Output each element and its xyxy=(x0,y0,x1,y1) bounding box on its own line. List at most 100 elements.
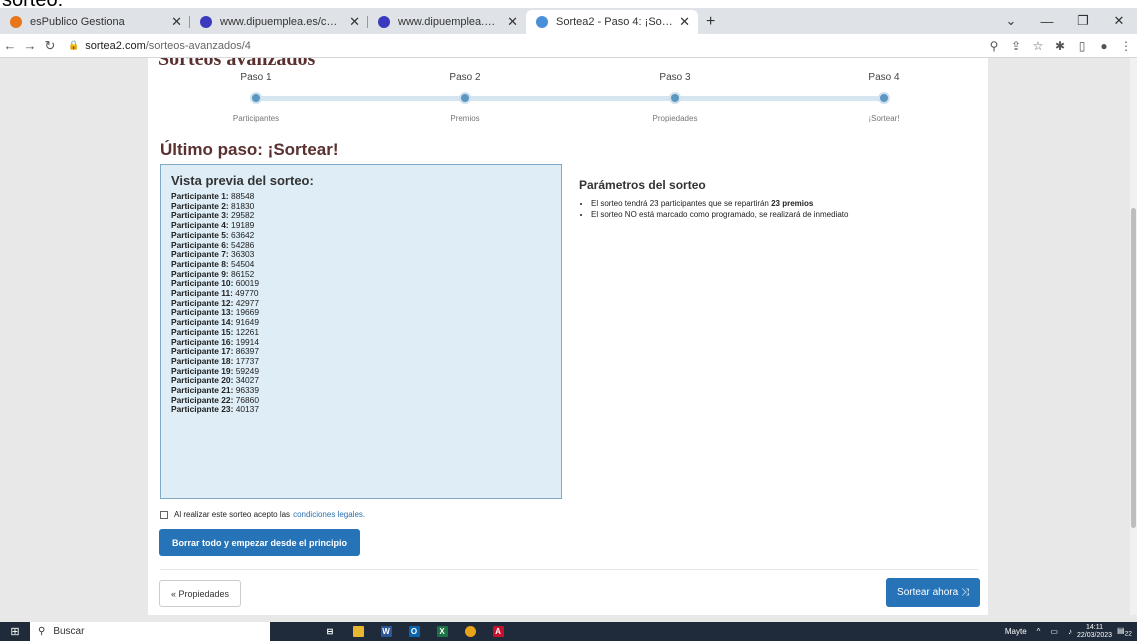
notification-count: 22 xyxy=(1124,630,1132,638)
participant-label: Participante 5: xyxy=(171,229,229,240)
participant-label: Participante 3: xyxy=(171,210,229,221)
legal-conditions-link[interactable]: condiciones legales. xyxy=(293,510,365,519)
preview-title: Vista previa del sorteo: xyxy=(171,173,314,188)
close-tab-icon[interactable]: ✕ xyxy=(171,14,182,30)
back-icon[interactable]: ← xyxy=(0,38,20,53)
share-icon[interactable]: ⇪ xyxy=(1005,39,1027,53)
task-view-icon[interactable]: ⊟ xyxy=(316,622,344,641)
preview-panel: Vista previa del sorteo: Participante 1:… xyxy=(160,164,562,499)
bookmark-star-icon[interactable]: ☆ xyxy=(1027,39,1049,53)
participant-label: Participante 19: xyxy=(171,365,234,376)
step-1[interactable]: Paso 1 Participantes xyxy=(216,72,296,123)
taskbar-search-field[interactable]: ⚲ Buscar xyxy=(30,622,270,641)
content-card: Sorteos avanzados Paso 1 Participantes P… xyxy=(148,58,988,615)
participant-value: 40137 xyxy=(233,404,259,415)
step-label: Premios xyxy=(450,114,480,123)
acrobat-icon[interactable]: A xyxy=(484,622,512,641)
participant-value: 76860 xyxy=(233,394,259,405)
draw-now-button[interactable]: Sortear ahora ⤨ xyxy=(886,578,980,607)
participant-value: 34027 xyxy=(233,375,259,386)
page-scrollbar[interactable] xyxy=(1130,58,1137,615)
legal-checkbox[interactable] xyxy=(160,510,168,519)
close-window-button[interactable]: ✕ xyxy=(1101,13,1137,29)
params-title: Parámetros del sorteo xyxy=(579,178,706,192)
participant-list: Participante 1: 88548 Participante 2: 818… xyxy=(171,191,551,415)
participant-label: Participante 8: xyxy=(171,258,229,269)
params-list: El sorteo tendrá 23 participantes que se… xyxy=(579,198,979,220)
step-number: Paso 2 xyxy=(449,72,481,83)
participant-label: Participante 17: xyxy=(171,346,234,357)
new-tab-button[interactable]: + xyxy=(698,10,723,34)
param-schedule: El sorteo NO está marcado como programad… xyxy=(591,209,979,220)
sortea2-favicon-icon xyxy=(536,16,548,28)
step-4[interactable]: Paso 4 ¡Sortear! xyxy=(844,72,924,123)
url-path: /sorteos-avanzados/4 xyxy=(145,39,251,52)
step-progress: Paso 1 Participantes Paso 2 Premios Paso… xyxy=(148,72,988,132)
step-dot-icon xyxy=(250,92,262,104)
windows-start-icon[interactable]: ⊞ xyxy=(0,625,30,638)
participant-value: 86152 xyxy=(228,268,255,279)
participant-value: 91649 xyxy=(233,317,259,328)
forward-icon[interactable]: → xyxy=(20,38,40,53)
tray-chevron-icon[interactable]: ^ xyxy=(1037,627,1041,636)
participant-label: Participante 7: xyxy=(171,249,229,260)
participant-value: 19914 xyxy=(233,336,259,347)
restore-button[interactable]: ❐ xyxy=(1065,13,1101,29)
volume-icon[interactable]: ♪ xyxy=(1068,627,1072,636)
side-panel-icon[interactable]: ▯ xyxy=(1071,39,1093,53)
participant-value: 59249 xyxy=(233,365,259,376)
tab-bar: esPublico Gestiona ✕ www.dipuemplea.es/c… xyxy=(0,8,1137,34)
tab-sortea2[interactable]: Sortea2 - Paso 4: ¡Sortear!. Sorteo ✕ xyxy=(526,10,698,34)
tab-curso-detalle[interactable]: www.dipuemplea.es/curso_detall ✕ xyxy=(368,10,526,34)
participant-label: Participante 2: xyxy=(171,200,229,211)
network-icon[interactable]: ▭ xyxy=(1050,627,1058,636)
participant-label: Participante 23: xyxy=(171,404,234,415)
step-2[interactable]: Paso 2 Premios xyxy=(425,72,505,123)
param-text: El sorteo tendrá 23 participantes que se… xyxy=(591,199,772,208)
step-progress-line xyxy=(256,96,884,101)
participant-item: Participante 23: 40137 xyxy=(171,405,551,415)
participant-value: 86397 xyxy=(233,346,259,357)
profile-avatar-icon[interactable]: ● xyxy=(1093,39,1115,53)
close-tab-icon[interactable]: ✕ xyxy=(679,14,690,30)
participant-value: 96339 xyxy=(233,385,259,396)
close-tab-icon[interactable]: ✕ xyxy=(349,14,360,30)
participant-label: Participante 15: xyxy=(171,326,234,337)
tab-cursos-lista[interactable]: www.dipuemplea.es/cursos_listac ✕ xyxy=(190,10,368,34)
participant-label: Participante 10: xyxy=(171,278,234,289)
scrollbar-thumb[interactable] xyxy=(1131,208,1136,528)
previous-step-button[interactable]: « Propiedades xyxy=(159,580,241,607)
url-field[interactable]: 🔒 sortea2.com/sorteos-avanzados/4 xyxy=(68,40,251,52)
taskbar-user[interactable]: Mayte xyxy=(1005,627,1027,636)
participant-value: 54504 xyxy=(228,258,255,269)
search-icon: ⚲ xyxy=(38,626,46,637)
step-3[interactable]: Paso 3 Propiedades xyxy=(635,72,715,123)
clock-date: 22/03/2023 xyxy=(1076,631,1113,639)
notifications-icon[interactable]: ▤22 xyxy=(1117,626,1132,638)
params-panel: Parámetros del sorteo El sorteo tendrá 2… xyxy=(579,178,979,220)
step-dot-icon xyxy=(459,92,471,104)
close-tab-icon[interactable]: ✕ xyxy=(507,14,518,30)
participant-value: 63642 xyxy=(228,229,255,240)
clock[interactable]: 14:11 22/03/2023 xyxy=(1077,624,1112,640)
chrome-icon[interactable] xyxy=(456,622,484,641)
reset-all-button[interactable]: Borrar todo y empezar desde el principio xyxy=(159,529,360,556)
extensions-icon[interactable]: ✱ xyxy=(1049,39,1071,53)
tab-espublico[interactable]: esPublico Gestiona ✕ xyxy=(0,10,190,34)
page-viewport: Sorteos avanzados Paso 1 Participantes P… xyxy=(0,58,1130,615)
menu-kebab-icon[interactable]: ⋮ xyxy=(1115,39,1137,53)
participant-label: Participante 22: xyxy=(171,394,234,405)
participant-value: 81830 xyxy=(228,200,255,211)
minimize-button[interactable]: — xyxy=(1029,14,1065,29)
step-number: Paso 1 xyxy=(240,72,272,83)
tab-search-icon[interactable]: ⌄ xyxy=(993,13,1029,29)
participant-value: 19669 xyxy=(233,307,259,318)
reload-icon[interactable]: ↻ xyxy=(40,38,60,54)
excel-icon[interactable]: X xyxy=(428,622,456,641)
outlook-icon[interactable]: O xyxy=(400,622,428,641)
file-explorer-icon[interactable] xyxy=(344,622,372,641)
param-participants: El sorteo tendrá 23 participantes que se… xyxy=(591,198,979,209)
zoom-icon[interactable]: ⚲ xyxy=(983,39,1005,53)
shuffle-icon: ⤨ xyxy=(960,587,969,598)
word-icon[interactable]: W xyxy=(372,622,400,641)
